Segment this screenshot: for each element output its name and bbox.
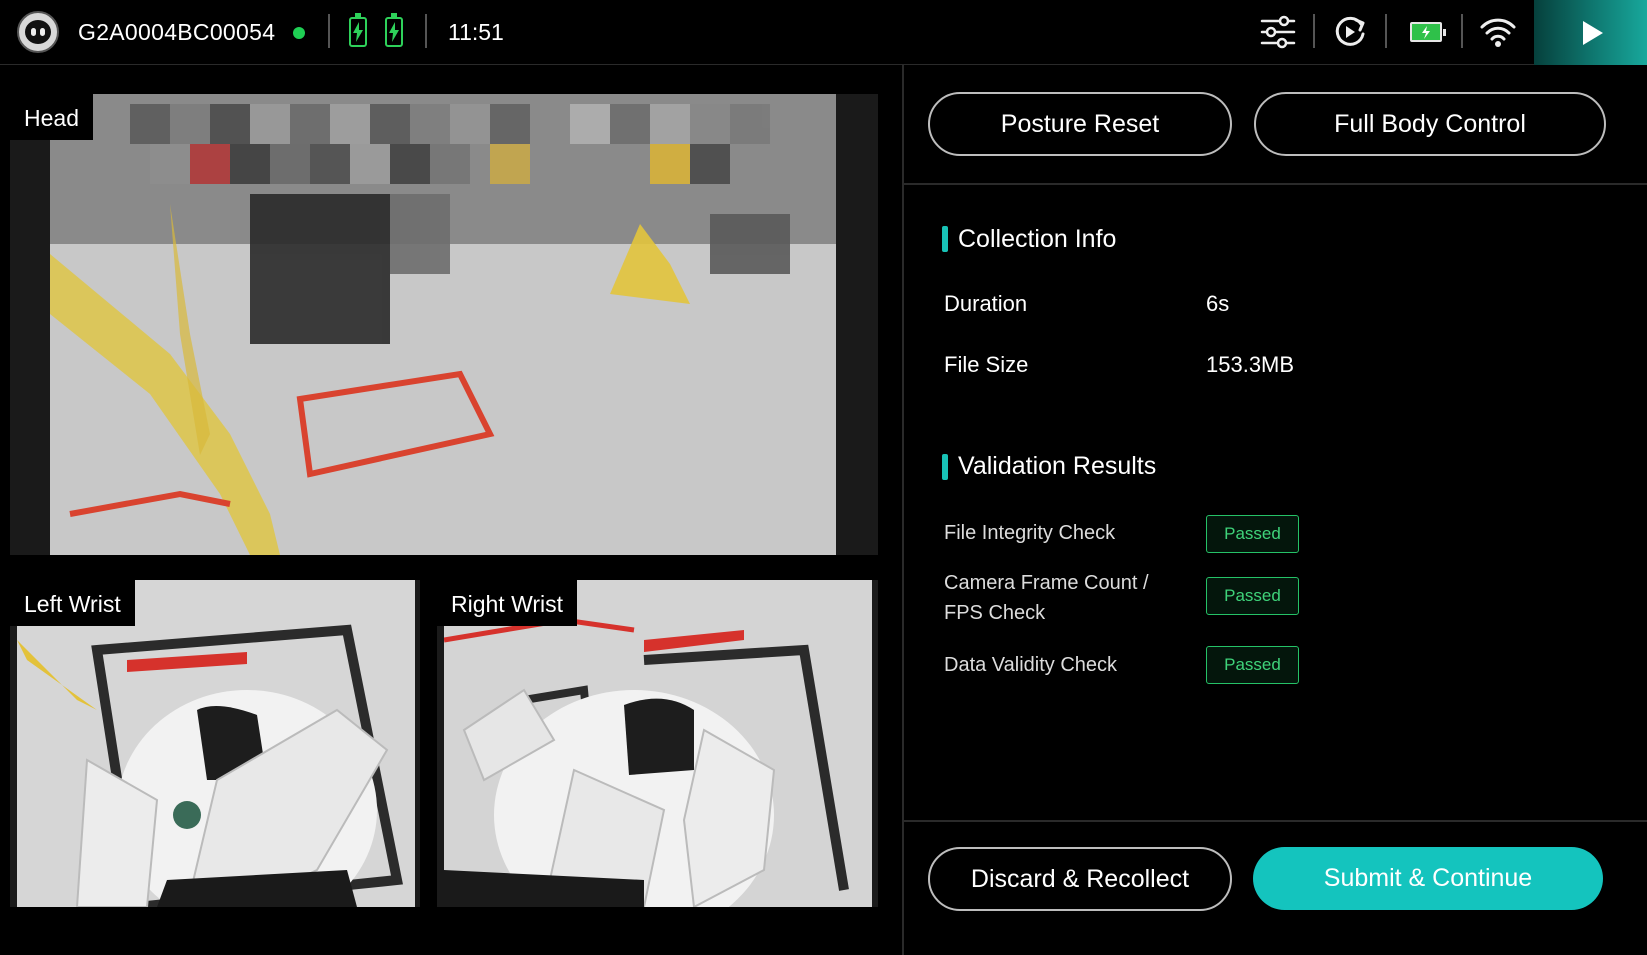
- discard-recollect-button[interactable]: Discard & Recollect: [928, 847, 1232, 911]
- reset-icon[interactable]: [1330, 12, 1370, 52]
- status-badge: Passed: [1206, 577, 1299, 615]
- online-status-dot: [293, 27, 305, 39]
- right-wrist-camera-feed: Right Wrist: [437, 580, 878, 907]
- right-wrist-camera-label: Right Wrist: [437, 580, 578, 626]
- play-button[interactable]: [1534, 0, 1647, 65]
- status-badge: Passed: [1206, 646, 1299, 684]
- file-size-label: File Size: [944, 352, 1029, 377]
- top-bar: G2A0004BC00054 11:51: [0, 0, 1647, 65]
- head-camera-label: Head: [10, 94, 93, 140]
- battery-charging-icon: [385, 13, 403, 47]
- submit-continue-button[interactable]: Submit & Continue: [1253, 847, 1603, 910]
- duration-label: Duration: [944, 291, 1028, 316]
- head-camera-feed: Head: [10, 94, 878, 555]
- robot-avatar[interactable]: [17, 11, 59, 53]
- divider: [1461, 14, 1463, 48]
- duration-value: 6s: [1206, 291, 1230, 316]
- right-wrist-camera-image: [444, 580, 872, 907]
- section-accent-bar: [942, 226, 948, 252]
- left-wrist-camera-feed: Left Wrist: [10, 580, 420, 907]
- camera-frame-count-check-label: Camera Frame Count / FPS Check: [944, 572, 1149, 624]
- posture-reset-button[interactable]: Posture Reset: [928, 92, 1232, 156]
- wifi-icon: [1478, 12, 1518, 52]
- divider: [1313, 14, 1315, 48]
- battery-charging-icon: [349, 13, 367, 47]
- divider: [904, 183, 1647, 185]
- status-badge: Passed: [1206, 515, 1299, 553]
- device-id: G2A0004BC00054: [78, 19, 276, 45]
- file-size-value: 153.3MB: [1206, 352, 1295, 377]
- divider: [904, 820, 1647, 822]
- divider: [328, 14, 330, 48]
- validation-results-title: Validation Results: [958, 452, 1157, 480]
- section-accent-bar: [942, 454, 948, 480]
- divider: [1385, 14, 1387, 48]
- data-validity-check-label: Data Validity Check: [944, 654, 1118, 676]
- divider: [425, 14, 427, 48]
- file-integrity-check-label: File Integrity Check: [944, 522, 1116, 544]
- play-icon: [1583, 21, 1603, 45]
- left-wrist-camera-image: [17, 580, 415, 907]
- sliders-icon[interactable]: [1258, 12, 1298, 52]
- battery-icon: [1410, 22, 1446, 42]
- clock: 11:51: [448, 19, 504, 45]
- full-body-control-button[interactable]: Full Body Control: [1254, 92, 1606, 156]
- app-root: G2A0004BC00054 11:51 Head Left Wrist Rig…: [0, 0, 1647, 955]
- head-camera-image: [50, 94, 836, 555]
- collection-info-title: Collection Info: [958, 225, 1117, 253]
- left-wrist-camera-label: Left Wrist: [10, 580, 135, 626]
